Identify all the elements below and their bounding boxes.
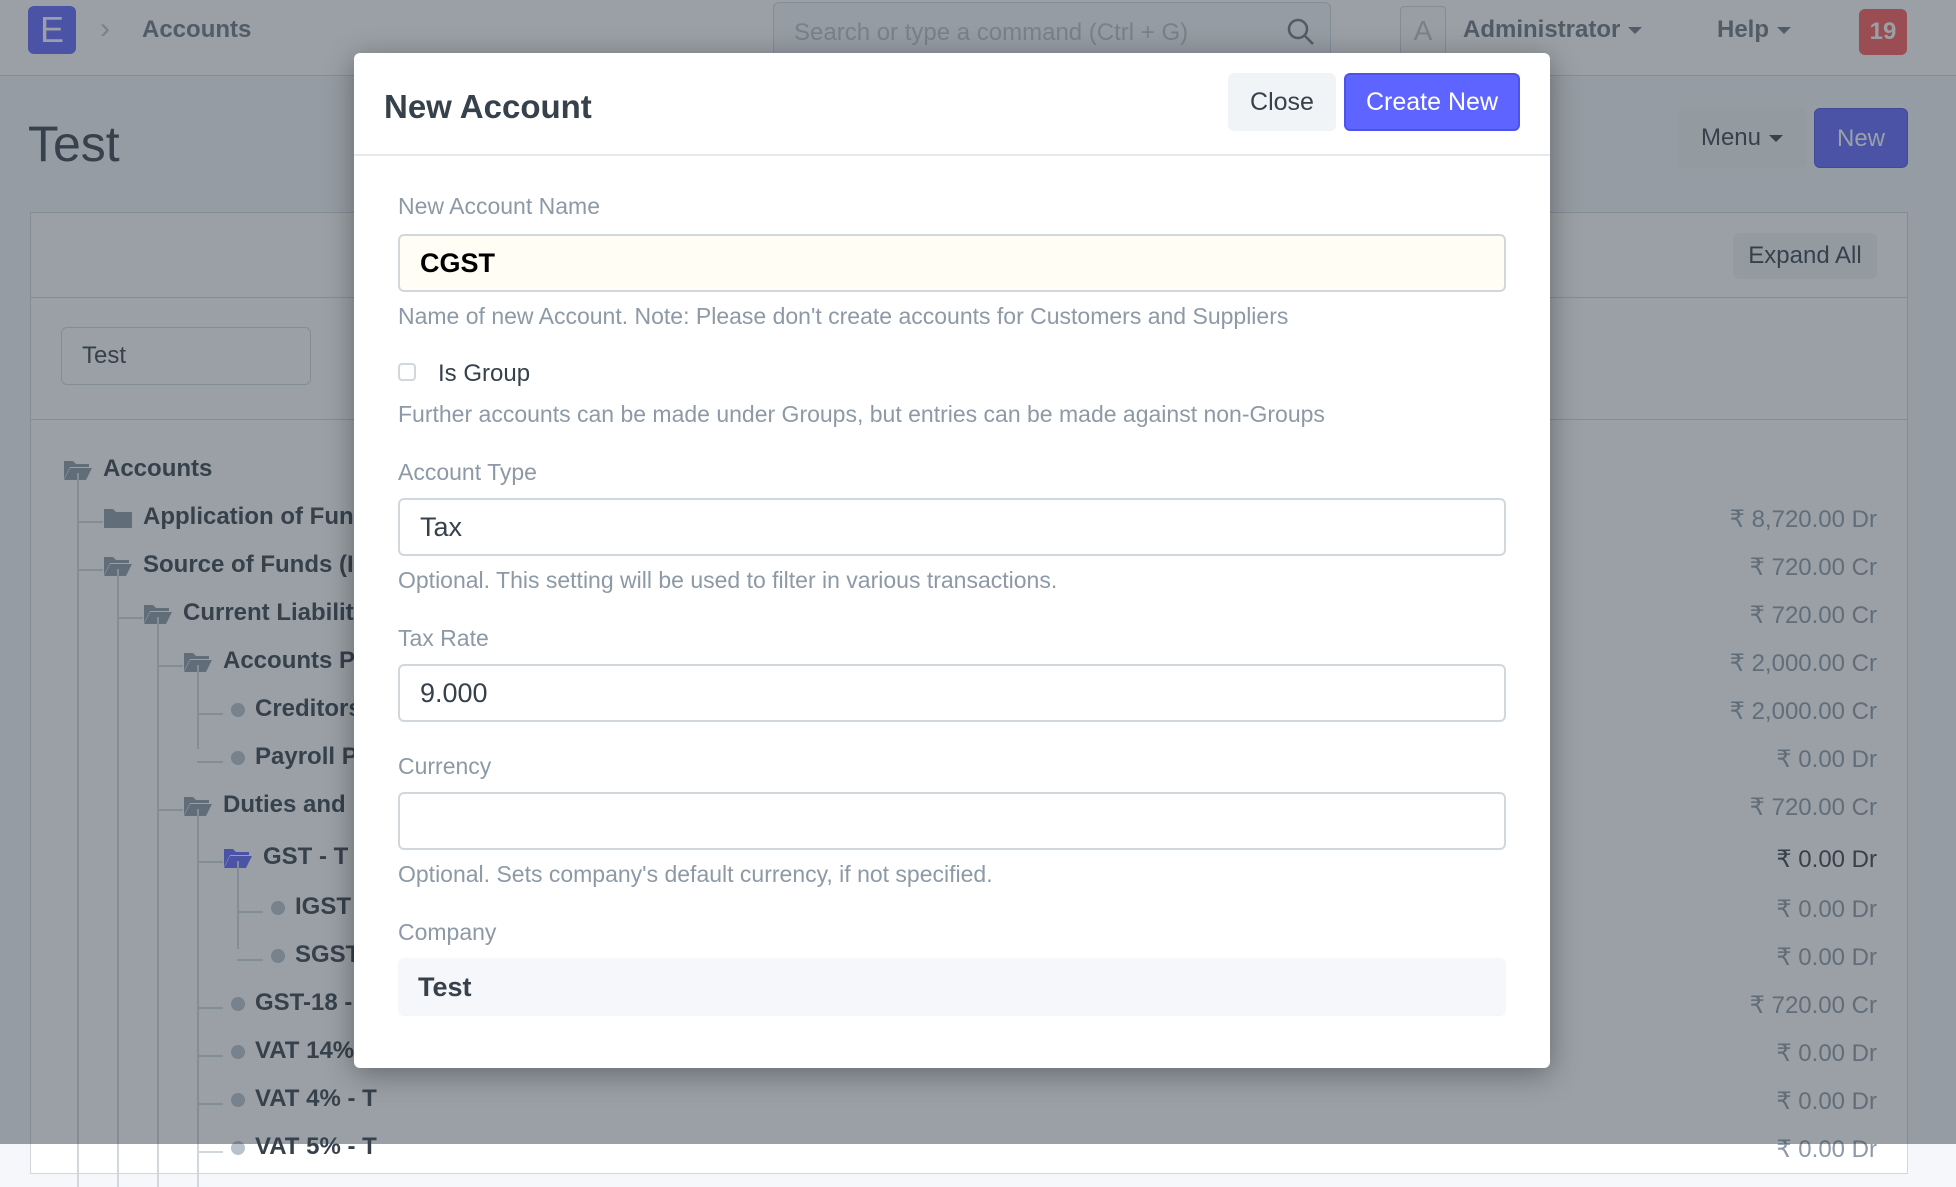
- account-type-label: Account Type: [398, 459, 537, 485]
- account-type-help: Optional. This setting will be used to f…: [398, 567, 1058, 593]
- company-label: Company: [398, 919, 497, 945]
- currency-input[interactable]: [398, 792, 1506, 850]
- currency-label: Currency: [398, 753, 492, 779]
- modal-title: New Account: [384, 88, 592, 125]
- account-name-input[interactable]: CGST: [398, 234, 1506, 292]
- is-group-checkbox[interactable]: [398, 363, 416, 381]
- create-new-button[interactable]: Create New: [1344, 73, 1520, 131]
- tax-rate-label: Tax Rate: [398, 625, 489, 651]
- new-account-dialog: New Account Close Create New New Account…: [354, 53, 1550, 1068]
- close-button[interactable]: Close: [1228, 73, 1336, 131]
- tree-connector: [197, 1151, 223, 1153]
- company-value: Test: [398, 958, 1506, 1016]
- account-name-help: Name of new Account. Note: Please don't …: [398, 303, 1289, 329]
- is-group-label[interactable]: Is Group: [438, 360, 530, 388]
- account-type-select[interactable]: Tax: [398, 498, 1506, 556]
- is-group-help: Further accounts can be made under Group…: [398, 401, 1325, 427]
- modal-header: New Account Close Create New: [354, 53, 1550, 156]
- account-name-label: New Account Name: [398, 193, 600, 219]
- tax-rate-input[interactable]: 9.000: [398, 664, 1506, 722]
- currency-help: Optional. Sets company's default currenc…: [398, 861, 993, 887]
